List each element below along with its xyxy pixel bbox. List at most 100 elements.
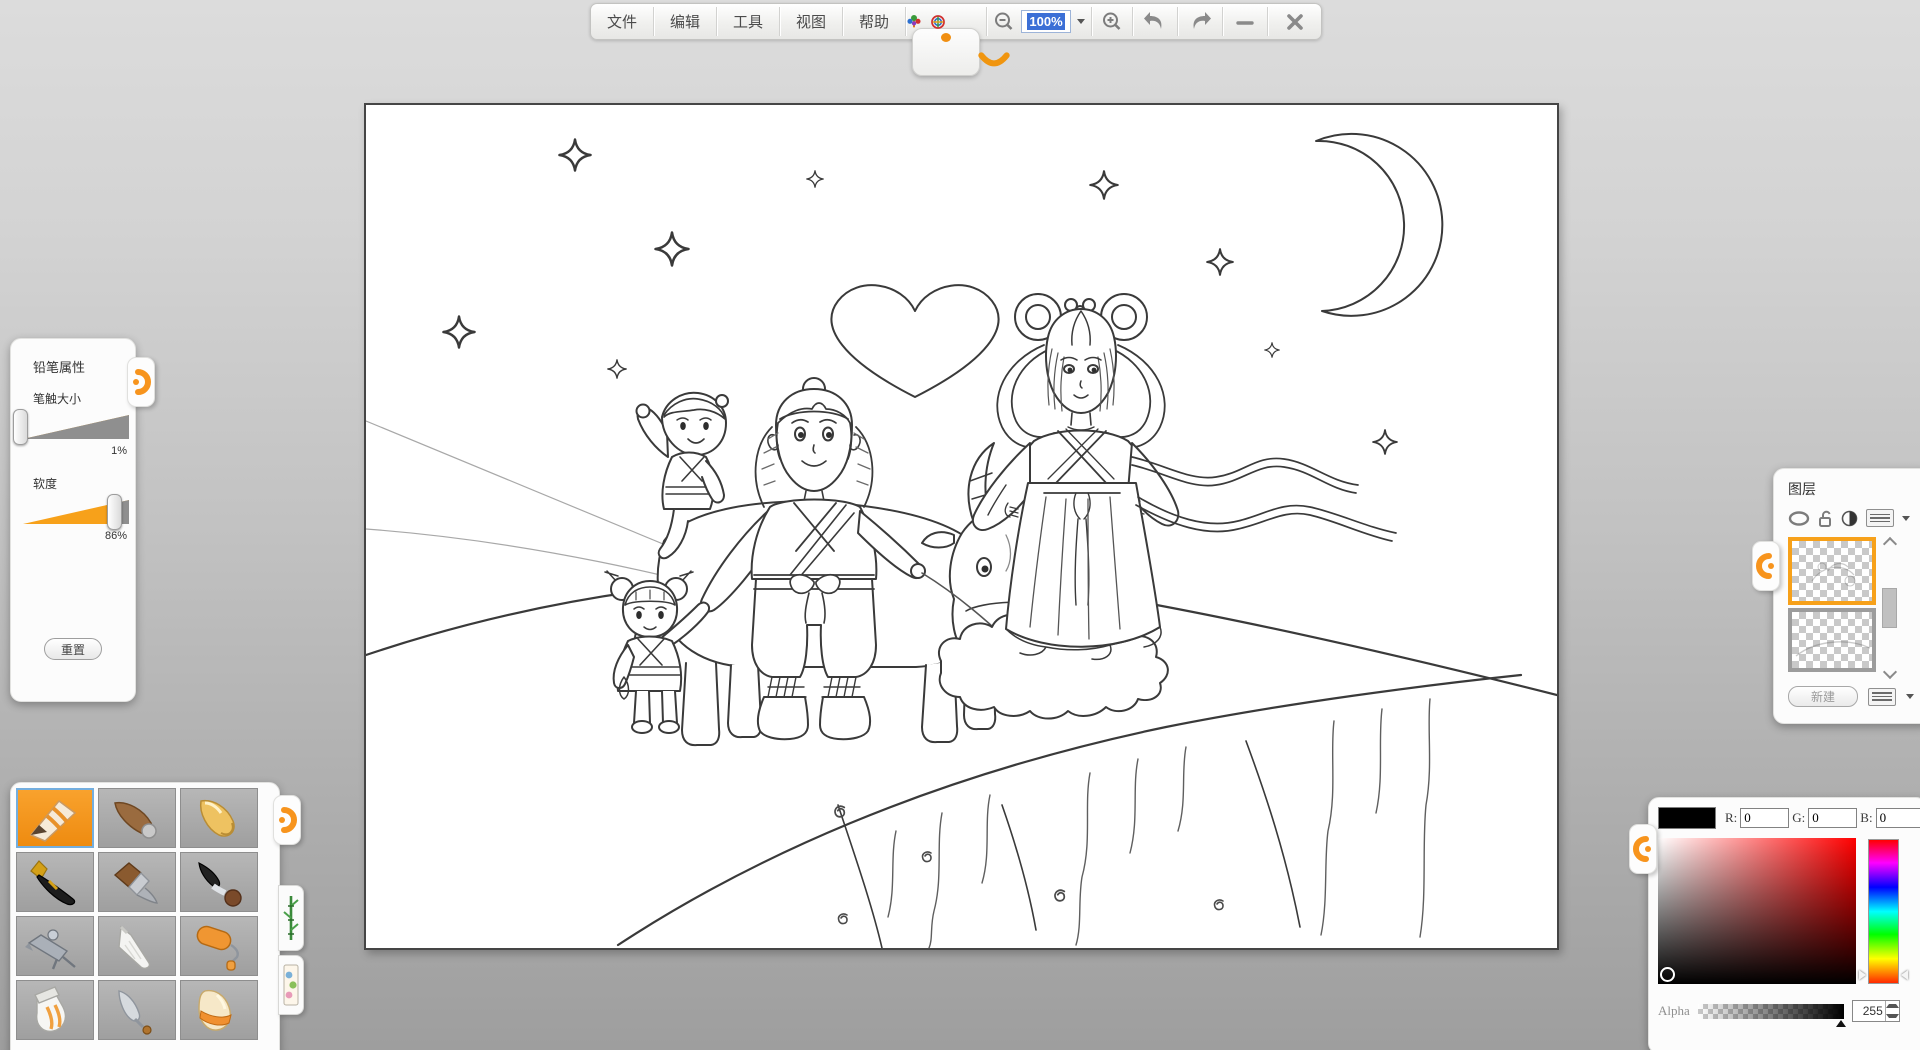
menu-file[interactable]: 文件 (591, 4, 653, 39)
layer-thumbnail-2[interactable] (1788, 608, 1876, 672)
layer-thumbnail-1[interactable] (1788, 537, 1876, 605)
color-panel: R: G: B: Alpha 255 (1648, 797, 1920, 1050)
tool-ink-brush[interactable] (180, 852, 258, 912)
blue-input[interactable] (1876, 808, 1920, 828)
tab-bamboo-tools[interactable] (278, 885, 304, 951)
blue-label: B: (1860, 810, 1872, 826)
layer-opacity-icon[interactable] (1841, 510, 1858, 527)
zoom-out-button[interactable] (987, 4, 1021, 39)
clown-smile-icon (978, 49, 1010, 75)
saturation-value-picker[interactable] (1658, 838, 1856, 984)
alpha-marker-icon[interactable] (1836, 1020, 1846, 1027)
tool-fountain-pen[interactable] (16, 852, 94, 912)
layers-panel-handle[interactable] (1752, 541, 1780, 591)
airbrush-icon (23, 921, 87, 971)
tool-pencil[interactable] (16, 788, 94, 848)
scroll-up-icon[interactable] (1882, 537, 1896, 551)
tool-palette-knife[interactable] (98, 980, 176, 1040)
redo-button[interactable] (1178, 4, 1222, 39)
close-button[interactable] (1268, 4, 1321, 39)
color-cursor[interactable] (1660, 967, 1675, 982)
layers-panel: 图层 (1773, 468, 1920, 724)
alpha-spin-up[interactable] (1886, 1001, 1899, 1011)
chevron-down-icon (1077, 19, 1085, 24)
tool-piping-cone[interactable] (98, 916, 176, 976)
zoom-level-dropdown[interactable] (1071, 4, 1091, 39)
tool-paint-jar[interactable] (16, 980, 94, 1040)
zoom-level-value: 100% (1027, 13, 1064, 30)
new-layer-button[interactable]: 新建 (1788, 686, 1858, 707)
layer-menu-icon[interactable] (1866, 509, 1894, 527)
menu-help[interactable]: 帮助 (843, 4, 905, 39)
brush-size-label: 笔触大小 (33, 390, 135, 407)
crescent-moon (1316, 134, 1442, 316)
tool-palette-handle[interactable] (273, 795, 301, 845)
alpha-spinner[interactable]: 255 (1852, 1000, 1900, 1022)
softness-slider-thumb[interactable] (107, 494, 122, 530)
layers-scrollbar[interactable] (1881, 537, 1898, 679)
tool-paint-roller[interactable] (180, 916, 258, 976)
tool-flat-brush[interactable] (98, 852, 176, 912)
tool-charcoal-pencil[interactable] (98, 788, 176, 848)
app-window: 文件 编辑 工具 视图 帮助 (0, 0, 1920, 1050)
tool-grid (16, 788, 274, 1040)
panel-handle-icon (1633, 834, 1653, 864)
pencil-icon (23, 793, 87, 843)
alpha-slider[interactable] (1698, 1004, 1844, 1019)
undo-button[interactable] (1133, 4, 1177, 39)
hue-bar[interactable] (1868, 839, 1899, 984)
tab-picture-stamps[interactable] (278, 955, 304, 1015)
brush-size-slider-thumb[interactable] (13, 409, 28, 445)
alpha-label: Alpha (1658, 1003, 1690, 1019)
drawing-canvas[interactable] (364, 103, 1559, 950)
current-color-swatch[interactable] (1658, 807, 1716, 829)
softness-slider[interactable] (19, 496, 129, 528)
clown-right-eye-icon (930, 10, 946, 34)
menu-tools[interactable]: 工具 (717, 4, 779, 39)
chevron-down-icon[interactable] (1906, 694, 1914, 699)
red-label: R: (1725, 810, 1737, 826)
bamboo-icon (283, 892, 299, 944)
clown-nose-icon (941, 33, 951, 42)
hue-marker-left-icon[interactable] (1859, 970, 1866, 980)
layers-panel-title: 图层 (1788, 479, 1920, 499)
layer-lock-icon[interactable] (1818, 510, 1833, 527)
clown-mascot[interactable] (906, 4, 986, 39)
pencil-properties-panel: 铅笔属性 笔触大小 1% 软度 86% 重置 (10, 338, 136, 702)
hue-marker-right-icon[interactable] (1901, 970, 1908, 980)
red-input[interactable] (1740, 808, 1789, 828)
charcoal-pencil-icon (105, 793, 169, 843)
palette-knife-icon (105, 985, 169, 1035)
scrollbar-thumb[interactable] (1882, 588, 1897, 628)
green-input[interactable] (1808, 808, 1857, 828)
scroll-down-icon[interactable] (1882, 665, 1896, 679)
eraser-icon (187, 985, 251, 1035)
canvas-drawing (366, 105, 1557, 948)
reset-button[interactable]: 重置 (44, 638, 102, 660)
color-panel-handle[interactable] (1629, 824, 1657, 874)
tool-crayon[interactable] (180, 788, 258, 848)
menu-view[interactable]: 视图 (780, 4, 842, 39)
pencil-panel-handle[interactable] (127, 357, 155, 407)
layers-options-icon[interactable] (1868, 688, 1896, 706)
panel-handle-icon (1756, 551, 1776, 581)
menu-edit[interactable]: 编辑 (654, 4, 716, 39)
tool-airbrush[interactable] (16, 916, 94, 976)
brush-size-slider[interactable] (19, 411, 129, 443)
layer-visibility-icon[interactable] (1788, 511, 1810, 526)
paint-roller-icon (187, 921, 251, 971)
heart (831, 285, 998, 397)
weaver-fairy (939, 294, 1396, 719)
pencil-panel-title: 铅笔属性 (33, 357, 135, 376)
tool-eraser[interactable] (180, 980, 258, 1040)
zoom-in-button[interactable] (1092, 4, 1132, 39)
ink-brush-icon (187, 857, 251, 907)
main-toolbar: 文件 编辑 工具 视图 帮助 (590, 3, 1322, 40)
chevron-down-icon[interactable] (1902, 516, 1910, 521)
layer-1-preview (1792, 541, 1872, 601)
softness-label: 软度 (33, 475, 135, 492)
zoom-level-input[interactable]: 100% (1021, 10, 1071, 33)
minimize-button[interactable] (1223, 4, 1267, 39)
alpha-spin-down[interactable] (1886, 1011, 1899, 1021)
brush-size-value: 1% (15, 445, 127, 457)
